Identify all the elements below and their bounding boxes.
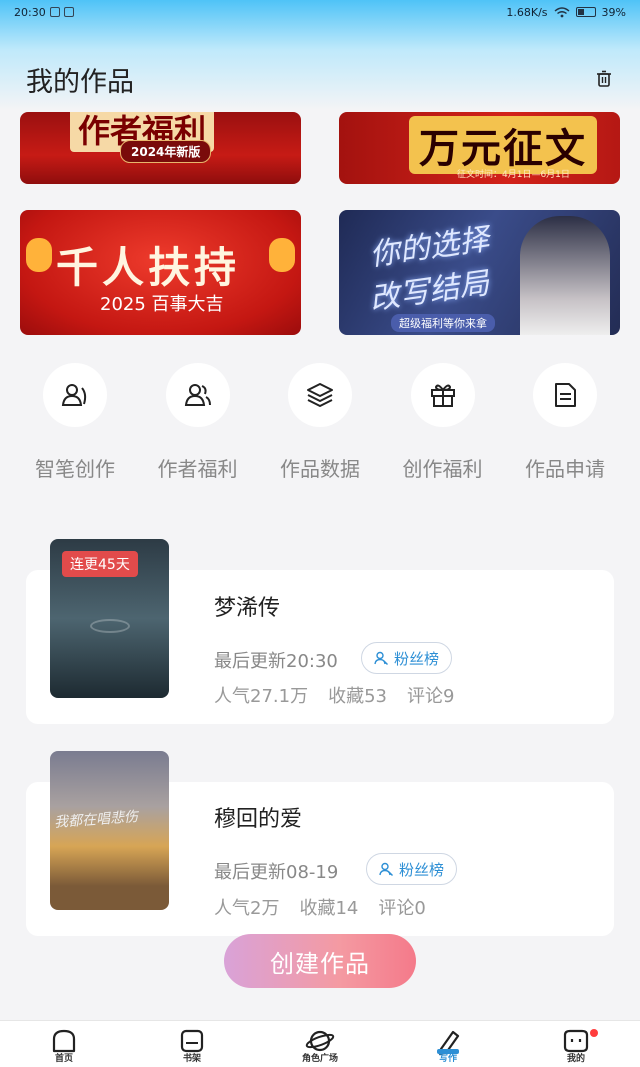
quick-item-label: 创作福利	[402, 457, 483, 481]
banner-title: 千人扶持	[56, 243, 241, 292]
work-last-update: 最后更新20:30	[214, 651, 338, 672]
fans-ranking-button[interactable]: 粉丝榜	[366, 853, 458, 885]
create-work-button[interactable]: 创建作品	[224, 934, 416, 988]
fans-ranking-label: 粉丝榜	[399, 860, 445, 879]
quick-item-label: 作品申请	[525, 457, 605, 481]
notification-dot	[590, 1029, 598, 1037]
banner-subtitle: 征文时间：4月1日—6月1日	[457, 170, 570, 180]
work-favorites: 收藏14	[299, 898, 359, 919]
work-cover[interactable]: 连更45天	[50, 539, 169, 698]
battery-level: 39%	[601, 5, 626, 19]
page-title: 我的作品	[26, 66, 134, 98]
work-comments: 评论9	[406, 686, 455, 707]
update-streak-badge: 连更45天	[62, 551, 138, 577]
nav-label: 写作	[438, 1054, 457, 1064]
network-speed: 1.68K/s	[506, 5, 548, 19]
nav-label: 我的	[566, 1054, 585, 1064]
nav-label: 角色广场	[301, 1054, 338, 1064]
quick-item-work-data[interactable]: 作品数据	[265, 363, 375, 483]
quick-item-smart-writing[interactable]: 智笔创作	[20, 363, 130, 483]
user-icon	[379, 862, 393, 876]
fans-ranking-button[interactable]: 粉丝榜	[361, 642, 453, 674]
quick-item-work-application[interactable]: 作品申请	[510, 363, 620, 483]
work-last-update: 最后更新08-19	[214, 862, 339, 883]
nav-item-bookshelf[interactable]: 书架	[142, 1021, 242, 1067]
lantern-icon	[269, 238, 295, 272]
cover-art	[90, 619, 130, 633]
fans-ranking-label: 粉丝榜	[394, 649, 440, 668]
banner-essay-contest[interactable]: 万元征文 征文时间：4月1日—6月1日	[339, 112, 620, 184]
notification-icon	[49, 7, 60, 17]
quick-item-label: 智笔创作	[35, 457, 115, 481]
work-title: 梦浠传	[214, 596, 281, 621]
work-comments: 评论0	[378, 898, 426, 919]
banner-author-welfare[interactable]: 作者福利 2024年新版	[20, 112, 301, 184]
banner-subtitle: 超级福利等你来拿	[391, 314, 495, 332]
work-favorites: 收藏53	[328, 686, 387, 707]
nav-label: 书架	[182, 1054, 201, 1064]
status-time: 20:30	[14, 5, 46, 19]
quick-item-label: 作者福利	[157, 457, 238, 481]
cover-text: 我都在唱悲伤	[53, 809, 139, 831]
banner-subtitle: 2025 百事大吉	[100, 294, 224, 315]
work-cover[interactable]: 我都在唱悲伤	[50, 751, 169, 910]
work-stats: 人气27.1万 收藏53 评论9	[214, 682, 454, 708]
work-stats: 人气2万 收藏14 评论0	[214, 894, 426, 920]
banner-subtitle: 2024年新版	[120, 140, 212, 163]
work-popularity: 人气27.1万	[214, 686, 309, 707]
quick-menu: 智笔创作 作者福利 作品数据 创作福利 作品申请	[20, 363, 620, 483]
nav-item-home[interactable]: 首页	[14, 1021, 114, 1067]
banner-support[interactable]: 千人扶持 2025 百事大吉	[20, 210, 301, 335]
banner-title: 万元征文	[409, 116, 597, 174]
status-bar: 20:30 1.68K/s 39%	[0, 0, 640, 24]
banner-story-choice[interactable]: 你的选择 改写结局 超级福利等你来拿	[339, 210, 620, 335]
battery-icon	[575, 7, 596, 17]
gift-icon	[410, 363, 475, 427]
character-illustration	[520, 216, 610, 335]
nav-item-writing[interactable]: 写作	[398, 1021, 498, 1067]
document-icon	[533, 363, 597, 427]
quick-item-label: 作品数据	[280, 457, 360, 481]
promo-banners: 作者福利 2024年新版 万元征文 征文时间：4月1日—6月1日 千人扶持 20…	[20, 112, 620, 337]
user-pen-icon	[43, 363, 107, 427]
nav-item-character-plaza[interactable]: 角色广场	[270, 1021, 370, 1067]
trash-icon[interactable]	[594, 69, 614, 89]
work-title: 穆回的爱	[214, 807, 303, 832]
nav-label: 首页	[54, 1054, 73, 1064]
page-header: 我的作品	[0, 56, 640, 102]
nav-item-profile[interactable]: 我的	[526, 1021, 626, 1067]
quick-item-author-welfare[interactable]: 作者福利	[143, 363, 253, 483]
work-popularity: 人气2万	[214, 898, 280, 919]
quick-item-creation-welfare[interactable]: 创作福利	[388, 363, 498, 483]
bottom-nav: 首页 书架 角色广场 写作 我的	[0, 1020, 640, 1067]
notification-icon	[63, 7, 74, 17]
lantern-icon	[26, 238, 52, 272]
wifi-icon	[554, 6, 570, 17]
user-icon	[374, 651, 388, 665]
layers-icon	[288, 363, 352, 427]
users-icon	[165, 363, 230, 427]
